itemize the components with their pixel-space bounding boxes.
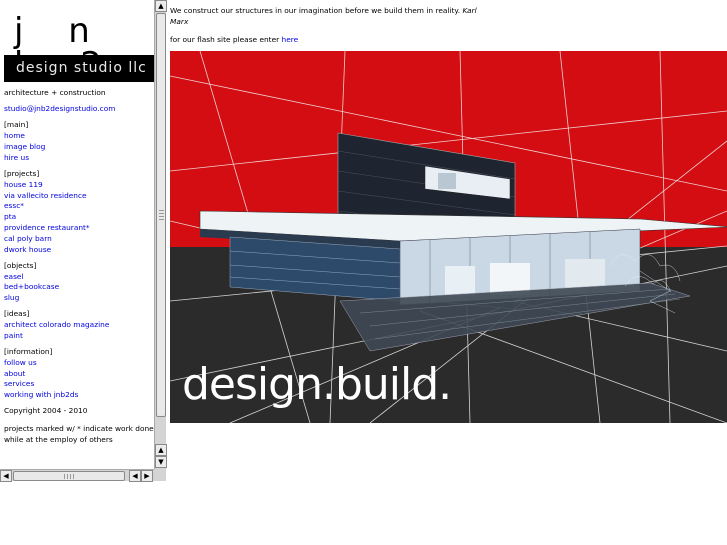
- section-header-main: [main]: [4, 120, 29, 130]
- scroll-up-arrow-icon-lower[interactable]: ▲: [155, 444, 167, 456]
- nav-easel[interactable]: easel: [4, 272, 24, 281]
- section-header-projects: [projects]: [4, 168, 40, 178]
- vertical-scroll-thumb[interactable]: [156, 13, 166, 417]
- nav-essc[interactable]: essc*: [4, 201, 24, 210]
- sidebar-scroll-area[interactable]: j n b 2 design studio llc architecture +…: [0, 0, 154, 469]
- logo[interactable]: j n b 2 design studio llc: [4, 0, 154, 82]
- nav-via-vallecito[interactable]: via vallecito residence: [4, 191, 87, 200]
- tagline: architecture + construction: [4, 88, 106, 97]
- sidebar-nav: architecture + construction studio@jnb2d…: [4, 88, 154, 445]
- scroll-right-arrow-icon[interactable]: ▶: [141, 470, 153, 482]
- footnote: projects marked w/ * indicate work done …: [4, 423, 154, 444]
- section-header-objects: [objects]: [4, 260, 37, 270]
- nav-hire-us[interactable]: hire us: [4, 153, 29, 162]
- nav-cal-poly-barn[interactable]: cal poly barn: [4, 234, 52, 243]
- scroll-left-arrow-icon[interactable]: ◀: [0, 470, 12, 482]
- horizontal-scroll-thumb[interactable]: [13, 471, 125, 481]
- quote: We construct our structures in our imagi…: [170, 5, 480, 27]
- nav-paint[interactable]: paint: [4, 331, 23, 340]
- flash-prefix: for our flash site please enter: [170, 35, 280, 44]
- quote-text: We construct our structures in our imagi…: [170, 6, 461, 15]
- hero-text: design.build.: [182, 359, 452, 410]
- nav-pta[interactable]: pta: [4, 212, 16, 221]
- nav-dwork-house[interactable]: dwork house: [4, 245, 51, 254]
- left-frame: j n b 2 design studio llc architecture +…: [0, 0, 167, 482]
- nav-house-119[interactable]: house 119: [4, 180, 43, 189]
- flash-site-link[interactable]: here: [282, 35, 299, 44]
- copyright: Copyright 2004 - 2010: [4, 406, 88, 416]
- nav-follow-us[interactable]: follow us: [4, 358, 37, 367]
- nav-services[interactable]: services: [4, 379, 34, 388]
- flash-site-line: for our flash site please enter here: [170, 34, 298, 45]
- scroll-up-arrow-icon[interactable]: ▲: [155, 0, 167, 12]
- nav-bed-bookcase[interactable]: bed+bookcase: [4, 282, 59, 291]
- nav-providence[interactable]: providence restaurant*: [4, 223, 90, 232]
- section-header-information: [information]: [4, 347, 53, 357]
- email-link[interactable]: studio@jnb2designstudio.com: [4, 104, 115, 113]
- logo-subtitle: design studio llc: [16, 60, 147, 76]
- nav-architect-colorado[interactable]: architect colorado magazine: [4, 320, 109, 329]
- vertical-scrollbar[interactable]: ▲ ▲ ▼: [154, 0, 167, 469]
- scroll-left-arrow-icon-right[interactable]: ◀: [129, 470, 141, 482]
- nav-home[interactable]: home: [4, 131, 25, 140]
- nav-slug[interactable]: slug: [4, 293, 19, 302]
- nav-working-with[interactable]: working with jnb2ds: [4, 390, 78, 399]
- nav-about[interactable]: about: [4, 369, 25, 378]
- main-content: We construct our structures in our imagi…: [170, 0, 727, 545]
- scrollbar-corner: [154, 469, 166, 481]
- hero-image: design.build.: [170, 51, 727, 423]
- logo-bar: design studio llc: [4, 55, 154, 82]
- horizontal-scrollbar[interactable]: ◀ ◀ ▶: [0, 469, 154, 482]
- scroll-down-arrow-icon[interactable]: ▼: [155, 456, 167, 468]
- section-header-ideas: [ideas]: [4, 309, 30, 319]
- nav-image-blog[interactable]: image blog: [4, 142, 45, 151]
